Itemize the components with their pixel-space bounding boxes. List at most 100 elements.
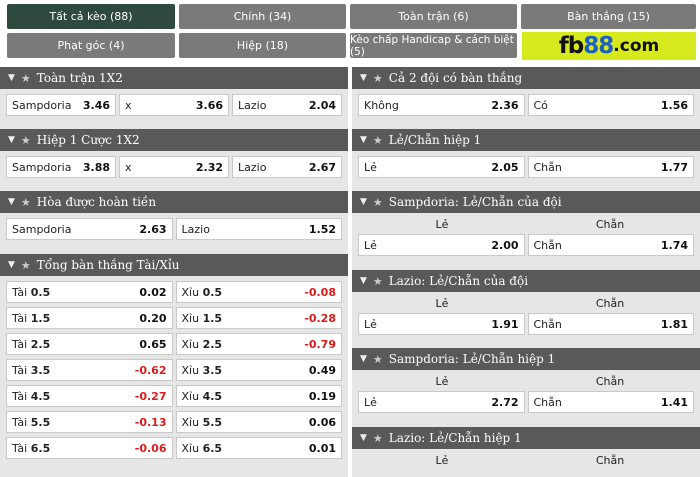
tab-full-match[interactable]: Toàn trận (6) [350, 4, 517, 29]
odds-cell[interactable]: Không 2.36 [358, 94, 525, 116]
odds-cell[interactable]: Sampdoria 3.88 [6, 156, 116, 178]
under-odds-cell[interactable]: Xỉu 4.5 0.19 [175, 385, 342, 407]
star-icon[interactable]: ★ [21, 259, 31, 272]
star-icon[interactable]: ★ [21, 72, 31, 85]
over-text: Tài [12, 337, 28, 351]
odds-value: -0.62 [134, 363, 167, 377]
over-text: Tài [12, 389, 28, 403]
under-odds-cell[interactable]: Xỉu 3.5 0.49 [175, 359, 342, 381]
odds-label: Lẻ [364, 317, 377, 331]
odds-cell[interactable]: Có 1.56 [527, 94, 694, 116]
section-title: Toàn trận 1X2 [36, 71, 123, 85]
under-odds-cell[interactable]: Xỉu 6.5 0.01 [175, 437, 342, 459]
over-label: Tài 2.5 [12, 338, 50, 351]
over-odds-cell[interactable]: Tài 6.5 -0.06 [6, 437, 173, 459]
section-header[interactable]: ▼ ★ Cả 2 đội có bàn thắng [352, 67, 700, 89]
tab-goals[interactable]: Bàn thắng (15) [521, 4, 696, 29]
column-header-odd: Lẻ [435, 297, 449, 310]
section-header[interactable]: ▼ ★ Hòa được hoàn tiền [0, 191, 348, 213]
odds-value: 2.67 [308, 160, 336, 174]
odds-cell[interactable]: Lazio 2.67 [232, 156, 342, 178]
section-header[interactable]: ▼ ★ Lazio: Lẻ/Chẵn hiệp 1 [352, 427, 700, 449]
star-icon[interactable]: ★ [373, 275, 383, 288]
under-odds-cell[interactable]: Xỉu 5.5 0.06 [175, 411, 342, 433]
tab-handicap[interactable]: Kèo chấp Handicap & cách biệt (5) [350, 33, 517, 58]
section-header[interactable]: ▼ ★ Lẻ/Chẵn hiệp 1 [352, 129, 700, 151]
star-icon[interactable]: ★ [373, 196, 383, 209]
caret-down-icon: ▼ [8, 73, 15, 83]
column-headers: Lẻ Chẵn [358, 294, 694, 313]
column-header-odd: Lẻ [435, 218, 449, 231]
odds-cell[interactable]: Lẻ 2.00 [358, 234, 525, 256]
section-header[interactable]: ▼ ★ Hiệp 1 Cược 1X2 [0, 129, 348, 151]
odds-value: 2.72 [491, 395, 519, 409]
odds-cell[interactable]: Chẵn 1.41 [527, 391, 694, 413]
odds-value: 1.41 [660, 395, 688, 409]
tab-all[interactable]: Tất cả kèo (88) [7, 4, 175, 29]
odds-value: -0.28 [304, 311, 336, 325]
caret-down-icon: ▼ [360, 197, 367, 207]
odds-label: Lazio [181, 222, 210, 236]
caret-down-icon: ▼ [8, 260, 15, 270]
odds-cell[interactable]: Lẻ 2.72 [358, 391, 525, 413]
odds-cell[interactable]: Chẵn 1.77 [527, 156, 694, 178]
odds-value: 0.65 [139, 337, 167, 351]
odds-label: Sampdoria [12, 160, 72, 174]
odds-cell[interactable]: Lẻ 2.05 [358, 156, 525, 178]
odds-cell[interactable]: Lẻ 1.91 [358, 313, 525, 335]
section-half-1x2: ▼ ★ Hiệp 1 Cược 1X2 Sampdoria 3.88 x 2.32 … [0, 129, 348, 183]
over-odds-cell[interactable]: Tài 0.5 0.02 [6, 281, 173, 303]
tab-halves[interactable]: Hiệp (18) [179, 33, 346, 58]
odds-cell[interactable]: Lazio 2.04 [232, 94, 342, 116]
star-icon[interactable]: ★ [373, 353, 383, 366]
tab-corners[interactable]: Phạt góc (4) [7, 33, 175, 58]
caret-down-icon: ▼ [360, 433, 367, 443]
odds-cell[interactable]: Sampdoria 3.46 [6, 94, 116, 116]
odds-cell[interactable]: Chẵn 1.81 [527, 313, 694, 335]
odds-cell[interactable]: x 2.32 [119, 156, 229, 178]
caret-down-icon: ▼ [360, 276, 367, 286]
section-header[interactable]: ▼ ★ Tổng bàn thắng Tài/Xỉu [0, 254, 348, 276]
section-title: Tổng bàn thắng Tài/Xỉu [36, 258, 180, 272]
section-title: Cả 2 đội có bàn thắng [388, 71, 523, 85]
odds-value: 1.77 [660, 160, 688, 174]
section-full-1x2: ▼ ★ Toàn trận 1X2 Sampdoria 3.46 x 3.66 La… [0, 67, 348, 121]
odds-label: Lẻ [364, 160, 377, 174]
star-icon[interactable]: ★ [21, 134, 31, 147]
under-text: Xỉu [181, 415, 200, 429]
under-label: Xỉu 0.5 [182, 286, 223, 299]
star-icon[interactable]: ★ [373, 72, 383, 85]
star-icon[interactable]: ★ [373, 134, 383, 147]
star-icon[interactable]: ★ [21, 196, 31, 209]
odds-cell[interactable]: x 3.66 [119, 94, 229, 116]
section-header[interactable]: ▼ ★ Lazio: Lẻ/Chẵn của đội [352, 270, 700, 292]
section-header[interactable]: ▼ ★ Sampdoria: Lẻ/Chẵn của đội [352, 191, 700, 213]
goal-line: 4.5 [202, 389, 223, 403]
odds-cell[interactable]: Lazio 1.52 [175, 218, 342, 240]
over-odds-cell[interactable]: Tài 4.5 -0.27 [6, 385, 173, 407]
section-title: Hiệp 1 Cược 1X2 [36, 133, 140, 147]
under-odds-cell[interactable]: Xỉu 1.5 -0.28 [175, 307, 342, 329]
brand-logo: fb 88 .com [522, 32, 696, 60]
star-icon[interactable]: ★ [373, 432, 383, 445]
section-header[interactable]: ▼ ★ Sampdoria: Lẻ/Chẵn hiệp 1 [352, 348, 700, 370]
odds-label: Lazio [238, 160, 267, 174]
over-under-row: Tài 1.5 0.20 Xỉu 1.5 -0.28 [6, 307, 342, 329]
section-over-under: ▼ ★ Tổng bàn thắng Tài/Xỉu Tài 0.5 0.02 Xỉ… [0, 254, 348, 464]
column-headers: Lẻ Chẵn [358, 372, 694, 391]
over-odds-cell[interactable]: Tài 3.5 -0.62 [6, 359, 173, 381]
under-odds-cell[interactable]: Xỉu 0.5 -0.08 [175, 281, 342, 303]
odds-value: 1.52 [308, 222, 336, 236]
section-title: Hòa được hoàn tiền [36, 195, 157, 209]
over-odds-cell[interactable]: Tài 2.5 0.65 [6, 333, 173, 355]
odds-label: x [125, 98, 132, 112]
tab-main[interactable]: Chính (34) [179, 4, 346, 29]
section-header[interactable]: ▼ ★ Toàn trận 1X2 [0, 67, 348, 89]
odds-cell[interactable]: Sampdoria 2.63 [6, 218, 173, 240]
over-odds-cell[interactable]: Tài 1.5 0.20 [6, 307, 173, 329]
section-title: Sampdoria: Lẻ/Chẵn hiệp 1 [388, 352, 556, 366]
under-odds-cell[interactable]: Xỉu 2.5 -0.79 [175, 333, 342, 355]
over-odds-cell[interactable]: Tài 5.5 -0.13 [6, 411, 173, 433]
under-label: Xỉu 2.5 [182, 338, 223, 351]
odds-cell[interactable]: Chẵn 1.74 [527, 234, 694, 256]
